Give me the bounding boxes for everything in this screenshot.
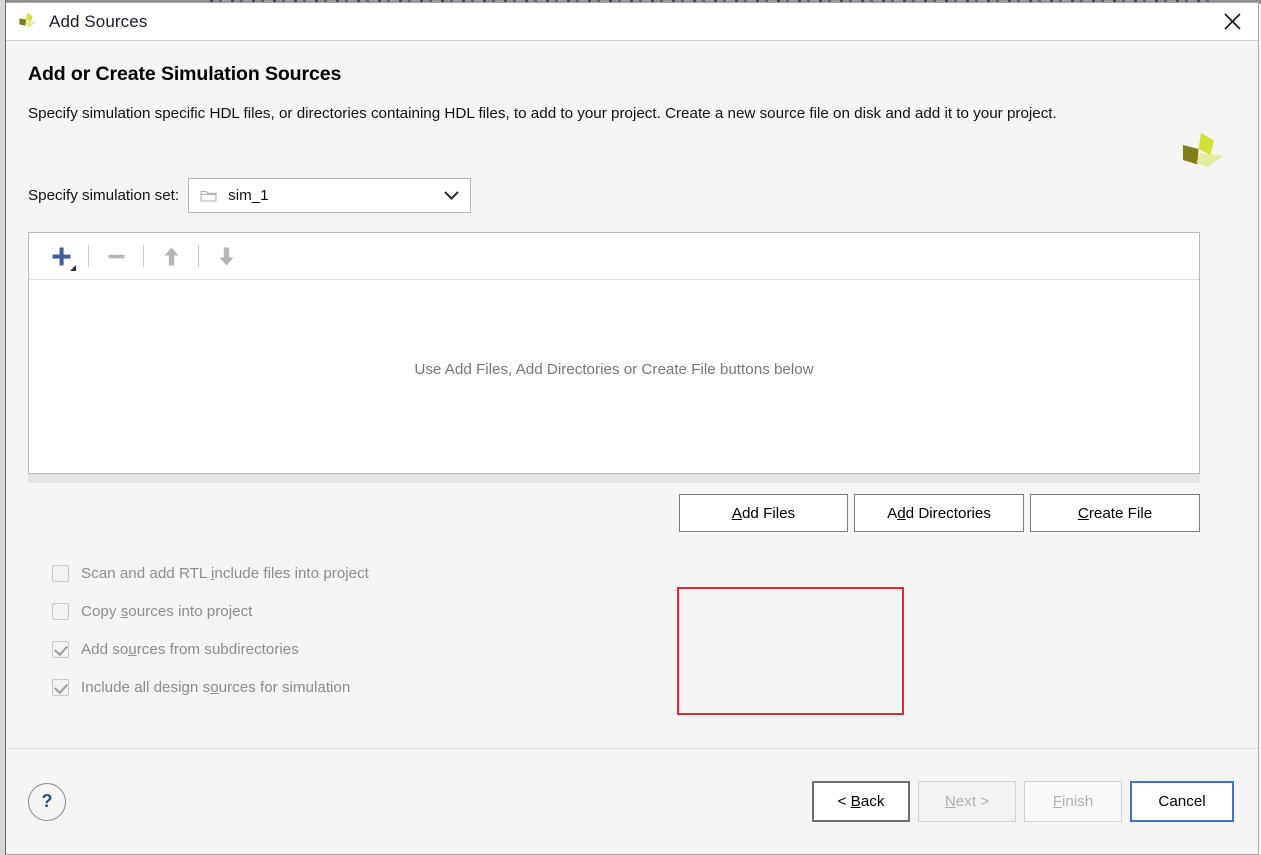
xilinx-logo-icon (19, 12, 37, 27)
add-subdirectories-checkbox[interactable]: Add sources from subdirectories (28, 630, 1236, 668)
cancel-label: Cancel (1158, 793, 1206, 810)
page-description: Specify simulation specific HDL files, o… (28, 105, 1057, 122)
back-button[interactable]: < Back (812, 781, 910, 822)
simulation-set-label: Specify simulation set: (28, 187, 180, 204)
checkbox-label: Include all design sources for simulatio… (81, 678, 351, 696)
dropdown-caret-icon (70, 265, 76, 271)
checkbox-box (52, 602, 69, 620)
panel-shadow-band (28, 474, 1200, 483)
copy-sources-checkbox[interactable]: Copy sources into project (28, 592, 1236, 630)
toolbar-separator (88, 245, 89, 267)
create-file-button[interactable]: Create File (1030, 494, 1200, 532)
source-options-group: Scan and add RTL include files into proj… (28, 554, 1236, 706)
close-glyph (1223, 13, 1241, 30)
dialog-header: Add or Create Simulation Sources Specify… (6, 41, 1258, 167)
checkbox-box (52, 564, 69, 582)
add-files-label: Add Files (731, 504, 796, 522)
dialog-body: Specify simulation set: sim_1 Use Add Fi… (6, 131, 1258, 748)
arrow-down-glyph (219, 247, 233, 265)
dialog-title: Add Sources (49, 11, 148, 31)
folder-icon (200, 190, 217, 202)
minus-icon (100, 239, 132, 273)
finish-button: Finish (1024, 781, 1122, 822)
simulation-set-dropdown[interactable]: sim_1 (188, 178, 472, 213)
arrow-up-glyph (164, 247, 178, 265)
arrow-down-icon (210, 239, 242, 273)
dialog-titlebar: Add Sources (6, 3, 1258, 41)
chevron-down-icon (444, 191, 459, 200)
empty-list-message: Use Add Files, Add Directories or Create… (414, 361, 814, 378)
finish-label: Finish (1052, 793, 1094, 810)
checkbox-label: Copy sources into project (81, 602, 253, 620)
add-files-button[interactable]: Add Files (679, 494, 848, 532)
next-label: Next > (944, 793, 990, 810)
toolbar-separator (198, 245, 199, 267)
checkbox-box (52, 678, 69, 696)
simulation-set-value: sim_1 (228, 187, 269, 204)
cancel-button[interactable]: Cancel (1130, 781, 1234, 822)
checkbox-label: Scan and add RTL include files into proj… (81, 564, 369, 582)
scan-rtl-include-checkbox[interactable]: Scan and add RTL include files into proj… (28, 554, 1236, 592)
add-sources-dialog: Add Sources Add or Create Simulation Sou… (6, 2, 1259, 855)
checkbox-label: Add sources from subdirectories (81, 640, 299, 658)
back-label: < Back (837, 793, 885, 810)
close-icon[interactable] (1206, 3, 1258, 40)
plus-icon[interactable] (45, 239, 77, 273)
create-file-label: Create File (1077, 504, 1153, 522)
source-file-panel: Use Add Files, Add Directories or Create… (28, 232, 1200, 474)
dialog-footer: ? < Back Next > Finish Cancel (6, 748, 1258, 854)
toolbar-separator (143, 245, 144, 267)
plus-glyph (52, 247, 70, 265)
help-icon: ? (41, 791, 53, 811)
checkbox-box (52, 640, 69, 658)
arrow-up-icon (155, 239, 187, 273)
page-title: Add or Create Simulation Sources (28, 63, 342, 85)
minus-glyph (108, 254, 124, 258)
help-button[interactable]: ? (28, 782, 66, 821)
include-design-sources-checkbox[interactable]: Include all design sources for simulatio… (28, 668, 1236, 706)
add-directories-label: Add Directories (887, 504, 991, 522)
source-action-buttons: Add Files Add Directories Create File (28, 494, 1200, 532)
source-file-toolbar (29, 233, 1199, 280)
add-directories-button[interactable]: Add Directories (854, 494, 1024, 532)
simulation-set-row: Specify simulation set: sim_1 (28, 178, 1236, 213)
source-file-list[interactable]: Use Add Files, Add Directories or Create… (29, 280, 1199, 473)
next-button: Next > (918, 781, 1016, 822)
